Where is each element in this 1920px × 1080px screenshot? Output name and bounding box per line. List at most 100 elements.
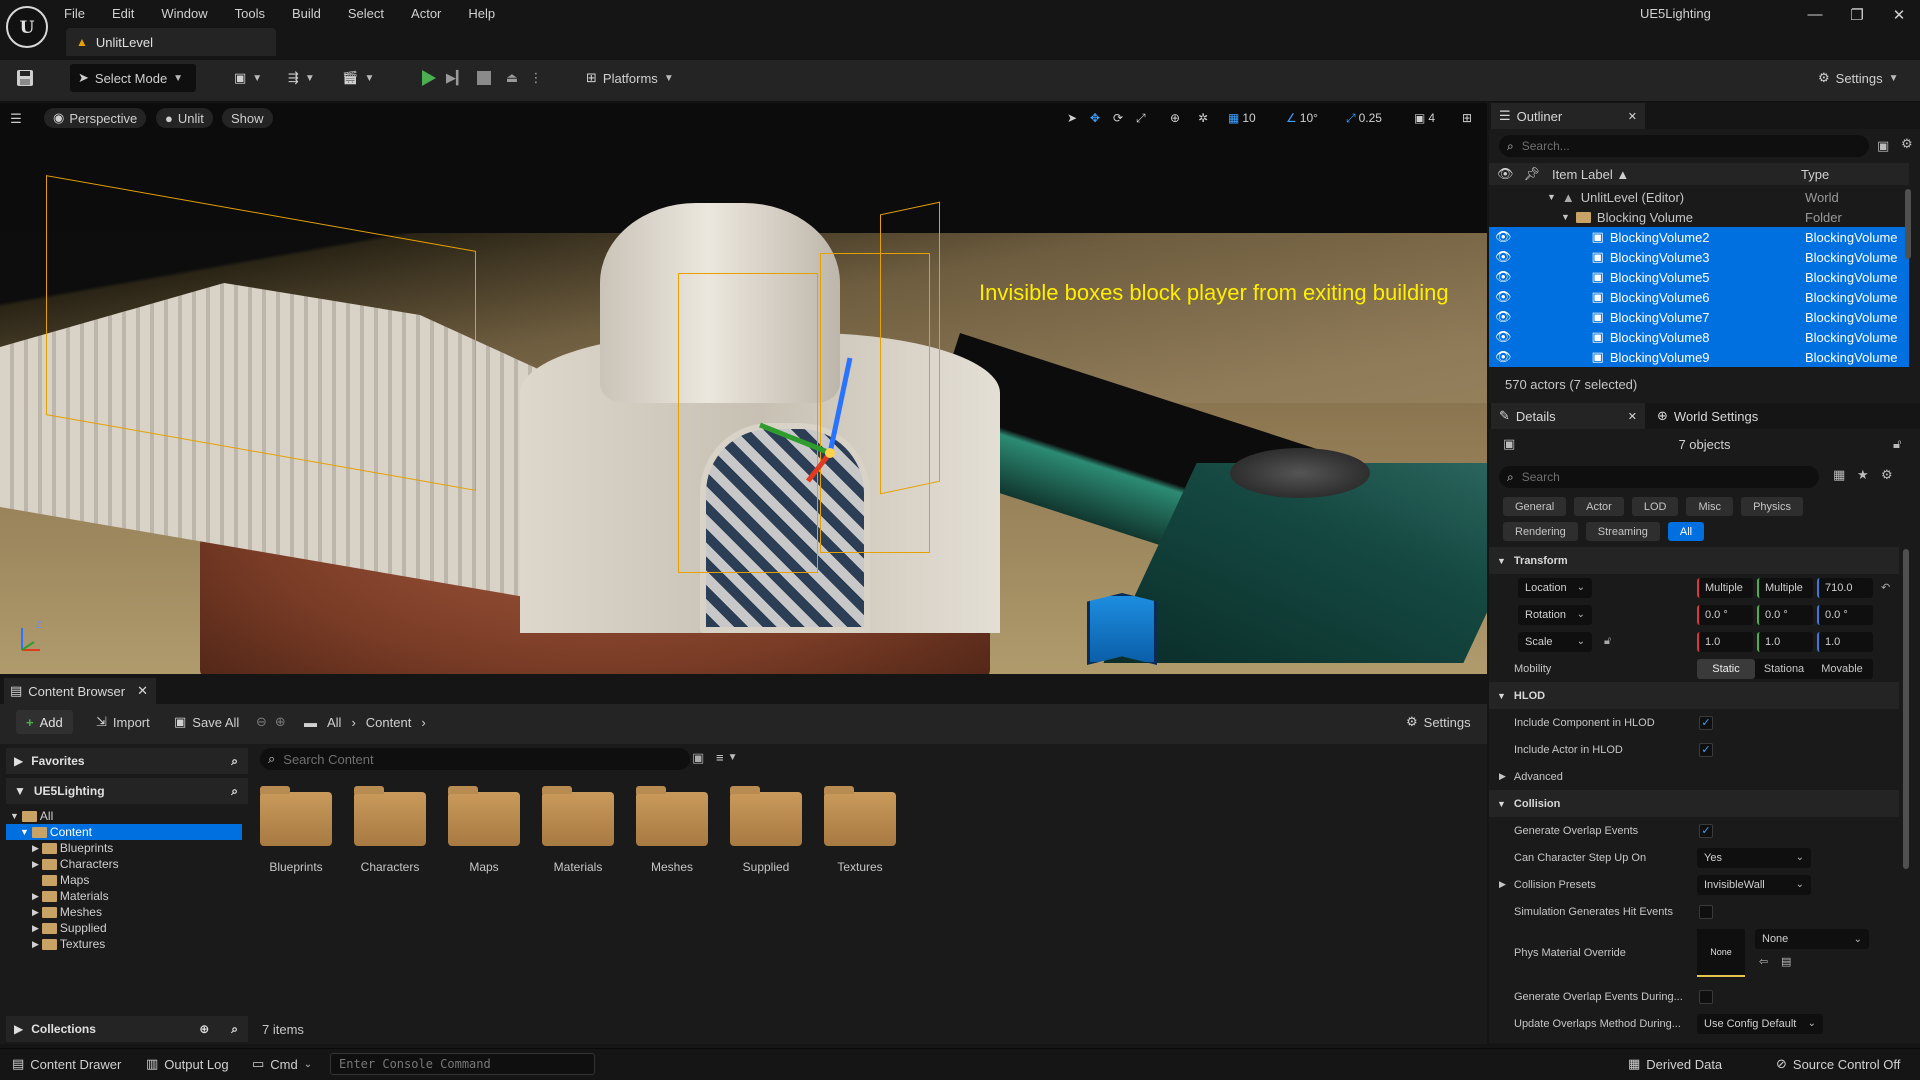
rotate-tool[interactable]: ⟳	[1113, 108, 1123, 128]
translate-tool[interactable]: ✥	[1090, 108, 1100, 128]
stop-icon[interactable]	[472, 66, 496, 90]
asset-tile-maps[interactable]: Maps	[448, 786, 524, 874]
mobility-movable[interactable]: Movable	[1813, 659, 1871, 679]
save-search-icon[interactable]: ▣	[692, 750, 704, 766]
settings-dropdown[interactable]: ⚙ Settings ▼	[1810, 64, 1907, 92]
outliner-row[interactable]: ▼ ▲ UnlitLevel (Editor) World	[1489, 187, 1909, 207]
gear-icon[interactable]: ⚙	[1881, 467, 1893, 483]
transform-section[interactable]: ▼ Transform	[1489, 547, 1899, 574]
filter-dropdown[interactable]: ≡ ▼	[716, 750, 738, 765]
save-icon[interactable]	[14, 67, 36, 89]
collision-section[interactable]: ▼ Collision	[1489, 790, 1899, 817]
location-z-field[interactable]: 710.0	[1817, 577, 1873, 598]
phys-material-thumbnail[interactable]: None	[1697, 929, 1745, 977]
cinematics-button[interactable]: 🎬︎ ▼	[334, 64, 382, 92]
water-body-icon[interactable]	[1087, 593, 1157, 665]
transform-gizmo[interactable]	[740, 353, 870, 483]
asset-tile-materials[interactable]: Materials	[542, 786, 618, 874]
play-icon[interactable]	[416, 66, 440, 90]
filter-lod[interactable]: LOD	[1631, 497, 1679, 516]
gen-overlap-during-checkbox[interactable]	[1699, 989, 1713, 1004]
camera-speed-button[interactable]: ▣ 4	[1414, 108, 1435, 128]
mobility-stationary[interactable]: Stationa	[1755, 659, 1813, 679]
tree-item-supplied[interactable]: ▶ Supplied	[6, 920, 248, 936]
location-x-field[interactable]: Multiple	[1697, 577, 1753, 598]
search-icon[interactable]: ⌕	[231, 1022, 238, 1037]
eject-icon[interactable]: ⏏	[500, 66, 524, 90]
step-icon[interactable]: ▶▎	[444, 66, 468, 90]
menu-edit[interactable]: Edit	[112, 6, 134, 21]
rotation-z-field[interactable]: 0.0 °	[1817, 604, 1873, 625]
back-icon[interactable]: ⊖	[256, 714, 267, 730]
visibility-icon[interactable]: 👁︎	[1495, 349, 1512, 365]
blueprints-button[interactable]: ⇶ ▼	[280, 64, 323, 92]
location-y-field[interactable]: Multiple	[1757, 577, 1813, 598]
tree-item-textures[interactable]: ▶ Textures	[6, 936, 248, 952]
blocking-volume-outline[interactable]	[880, 201, 940, 495]
gear-icon[interactable]: ⚙	[1901, 136, 1913, 152]
level-viewport[interactable]: Invisible boxes block player from exitin…	[0, 103, 1487, 674]
view-mode-button[interactable]: ● Unlit	[156, 108, 213, 128]
update-overlaps-dropdown[interactable]: Use Config Default ⌄	[1697, 1013, 1823, 1034]
details-scrollbar[interactable]	[1903, 549, 1909, 869]
project-header[interactable]: ▼ UE5Lighting ⌕	[6, 778, 248, 804]
content-settings-button[interactable]: ⚙ Settings	[1406, 710, 1471, 734]
output-log-button[interactable]: ▥ Output Log	[138, 1052, 237, 1076]
console-input[interactable]: Enter Console Command	[330, 1053, 595, 1075]
unreal-logo-icon[interactable]: U	[6, 6, 48, 48]
menu-file[interactable]: File	[64, 6, 85, 21]
outliner-row[interactable]: 👁︎ ▣ BlockingVolume5 BlockingVolume	[1489, 267, 1909, 287]
menu-help[interactable]: Help	[468, 6, 495, 21]
more-options-icon[interactable]: ⋮	[528, 66, 544, 90]
tree-item-maps[interactable]: Maps	[6, 872, 248, 888]
layout-button[interactable]: ⊞	[1462, 108, 1472, 128]
phys-material-dropdown[interactable]: None ⌄	[1755, 929, 1869, 949]
visibility-icon[interactable]: 👁︎	[1495, 249, 1512, 265]
surface-snap-toggle[interactable]: ✲	[1198, 108, 1208, 128]
filter-actor[interactable]: Actor	[1574, 497, 1624, 516]
include-actor-checkbox[interactable]: ✓	[1699, 742, 1713, 757]
star-icon[interactable]: ★	[1857, 467, 1869, 483]
add-button[interactable]: + Add	[16, 710, 73, 734]
close-icon[interactable]: ✕	[1628, 110, 1637, 123]
column-type[interactable]: Type	[1801, 167, 1829, 182]
outliner-tab[interactable]: ☰ Outliner ✕	[1491, 103, 1645, 129]
derived-data-button[interactable]: ▦ Derived Data	[1620, 1052, 1730, 1076]
scale-y-field[interactable]: 1.0	[1757, 631, 1813, 652]
scale-tool[interactable]: ⤢	[1136, 108, 1146, 128]
rotation-dropdown[interactable]: Rotation ⌄	[1518, 604, 1592, 625]
scale-x-field[interactable]: 1.0	[1697, 631, 1753, 652]
add-collection-icon[interactable]: ⊕	[199, 1022, 209, 1036]
save-all-button[interactable]: ▣ Save All	[174, 710, 239, 734]
grid-snap-toggle[interactable]: ▦ 10	[1228, 108, 1256, 128]
level-tab[interactable]: ▲ UnlitLevel	[66, 28, 276, 56]
filter-rendering[interactable]: Rendering	[1503, 522, 1578, 541]
menu-build[interactable]: Build	[292, 6, 321, 21]
details-search-field[interactable]: ⌕ Search	[1499, 466, 1819, 488]
tree-item-all[interactable]: ▼ All	[6, 808, 248, 824]
outliner-search-field[interactable]: ⌕ Search...	[1499, 135, 1869, 157]
rotation-y-field[interactable]: 0.0 °	[1757, 604, 1813, 625]
visibility-icon[interactable]: 👁︎	[1495, 309, 1512, 325]
tree-item-materials[interactable]: ▶ Materials	[6, 888, 248, 904]
outliner-row[interactable]: 👁︎ ▣ BlockingVolume7 BlockingVolume	[1489, 307, 1909, 327]
lock-icon[interactable]: 🔓︎	[1604, 635, 1611, 648]
world-settings-tab[interactable]: ⊕ World Settings	[1649, 403, 1803, 429]
hlod-section[interactable]: ▼ HLOD	[1489, 682, 1899, 709]
collections-header[interactable]: ▶ Collections ⊕ ⌕	[6, 1016, 248, 1042]
visibility-icon[interactable]: 👁︎	[1495, 329, 1512, 345]
perspective-button[interactable]: ◉ Perspective	[44, 108, 147, 128]
menu-select[interactable]: Select	[348, 6, 384, 21]
add-actor-button[interactable]: ▣ ▼	[226, 64, 270, 92]
source-control-button[interactable]: ⊘ Source Control Off	[1768, 1052, 1908, 1076]
outliner-row[interactable]: 👁︎ ▣ BlockingVolume2 BlockingVolume	[1489, 227, 1909, 247]
restore-icon[interactable]: ❐	[1842, 6, 1872, 24]
import-button[interactable]: ⇲ Import	[96, 710, 150, 734]
hamburger-menu-icon[interactable]: ☰	[6, 109, 26, 129]
content-browser-tab[interactable]: ▤ Content Browser ✕	[4, 678, 156, 704]
pin-icon[interactable]: 📌︎	[1524, 166, 1541, 182]
table-view-icon[interactable]: ▦	[1833, 467, 1845, 483]
favorites-header[interactable]: ▶ Favorites ⌕	[6, 748, 248, 774]
outliner-row[interactable]: ▼ Blocking Volume Folder	[1489, 207, 1909, 227]
visibility-icon[interactable]: 👁︎	[1497, 166, 1514, 182]
